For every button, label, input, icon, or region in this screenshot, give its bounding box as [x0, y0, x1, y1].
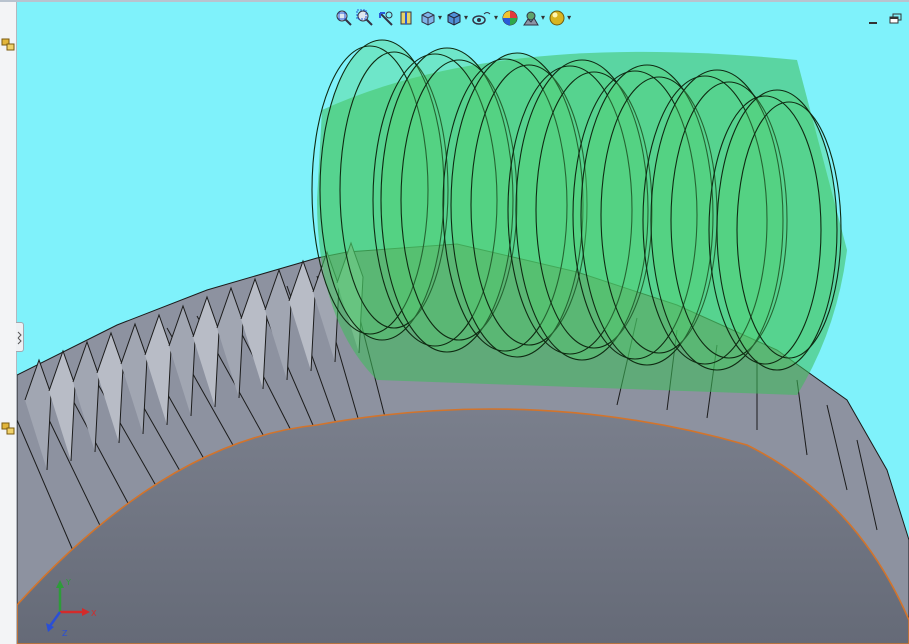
heads-up-view-toolbar: ▾ ▾ ▾ ▾ ▾ — [335, 8, 571, 28]
minimize-icon[interactable] — [867, 10, 881, 24]
configuration-icon[interactable] — [0, 36, 16, 52]
chevron-down-icon: ▾ — [541, 13, 546, 22]
hide-show-items-button[interactable]: ▾ — [471, 9, 498, 27]
apply-scene-button[interactable]: ▾ — [522, 9, 545, 27]
zoom-to-fit-icon — [336, 10, 352, 26]
graphics-viewport[interactable] — [17, 0, 909, 644]
view-settings-icon — [549, 10, 565, 26]
zoom-to-area-icon — [356, 9, 373, 26]
chevron-down-icon: ▾ — [464, 13, 469, 22]
hide-show-items-icon — [472, 12, 491, 25]
view-orientation-button[interactable]: ▾ — [419, 9, 442, 27]
section-view-icon — [400, 11, 412, 25]
chevron-down-icon: ▾ — [494, 13, 499, 22]
configuration-icon[interactable] — [0, 420, 16, 436]
feature-manager-strip[interactable] — [0, 2, 17, 644]
view-settings-button[interactable]: ▾ — [548, 9, 571, 27]
view-orientation-icon — [421, 11, 435, 26]
display-style-icon — [447, 11, 461, 26]
triad-z-axis — [48, 611, 62, 627]
window-controls — [867, 10, 903, 24]
edit-appearance-icon — [502, 10, 518, 26]
chevron-down-icon: ▾ — [567, 13, 572, 22]
worm-thread-ring — [716, 89, 838, 371]
apply-scene-icon — [523, 11, 539, 26]
edit-appearance-button[interactable] — [501, 9, 519, 27]
zoom-to-fit-button[interactable] — [335, 9, 353, 27]
reference-triad: Y X Z — [46, 578, 97, 638]
triad-x-label: X — [91, 609, 97, 618]
zoom-to-area-button[interactable] — [356, 9, 374, 27]
previous-view-icon — [379, 11, 393, 26]
triad-z-label: Z — [62, 629, 68, 638]
worm-model — [311, 39, 847, 396]
restore-icon[interactable] — [889, 10, 903, 24]
section-view-button[interactable] — [398, 9, 416, 27]
display-style-button[interactable]: ▾ — [445, 9, 468, 27]
chevron-down-icon: ▾ — [438, 13, 443, 22]
previous-view-button[interactable] — [377, 9, 395, 27]
triad-y-label: Y — [65, 578, 71, 587]
